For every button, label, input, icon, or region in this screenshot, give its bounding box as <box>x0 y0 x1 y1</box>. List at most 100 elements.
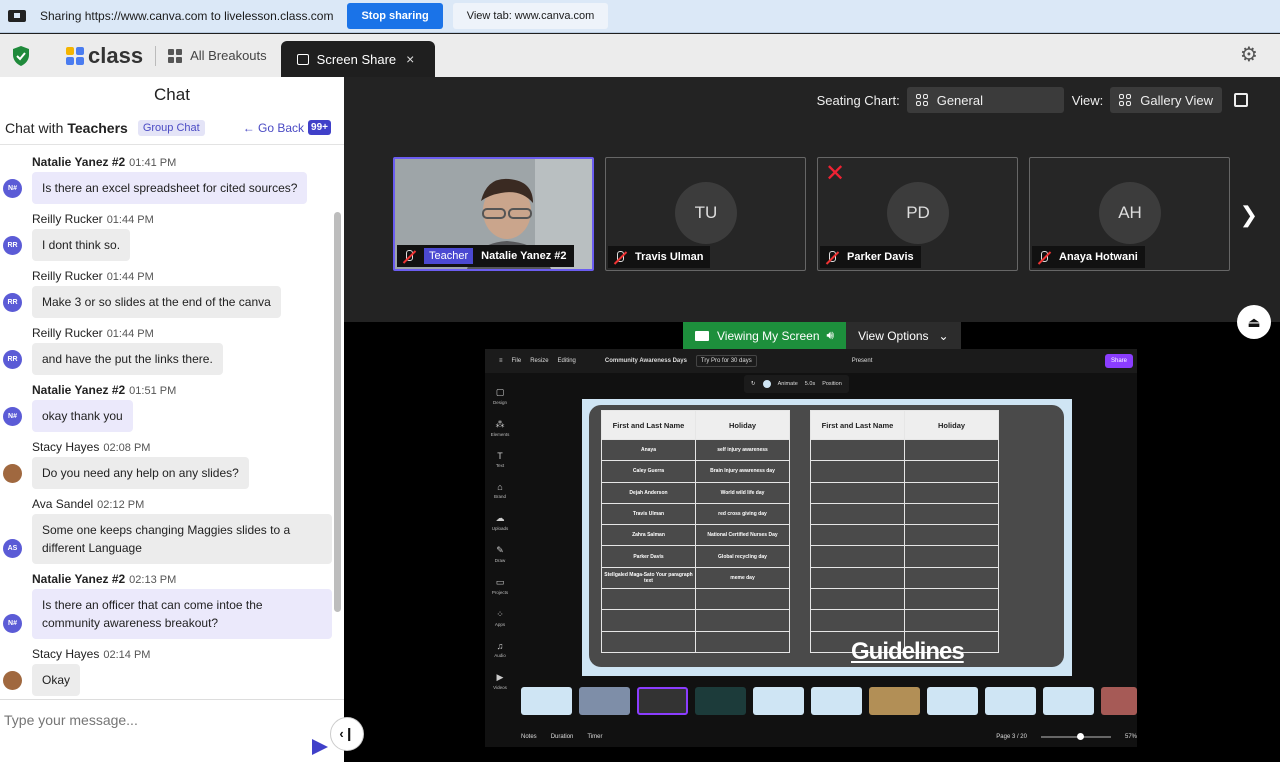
participant-tile[interactable]: TU Travis Ulman <box>605 157 806 271</box>
view-value: Gallery View <box>1140 92 1213 108</box>
canva-sidebar-icon: ☁ <box>495 513 505 523</box>
message-bubble: Some one keeps changing Maggies slides t… <box>32 514 332 564</box>
avatar <box>3 464 22 483</box>
view-options-button[interactable]: View Options ⌄ <box>846 322 961 349</box>
viewing-bar: Viewing My Screen 🔊︎ View Options ⌄ <box>683 322 961 349</box>
screen-share-tab[interactable]: Screen Share × <box>280 41 435 77</box>
settings-gear-icon[interactable]: ⚙ <box>1240 45 1260 65</box>
top-navigation: class All Breakouts Screen Share × ⚙ <box>0 34 1280 77</box>
canva-sidebar-icon: ⁘ <box>496 609 504 619</box>
video-gallery: Seating Chart: General View: Gallery Vie… <box>344 77 1280 322</box>
table-cell: Anaya <box>601 438 696 462</box>
chat-message: Ava Sandel 02:12 PM Some one keeps changin… <box>0 497 332 564</box>
canva-sidebar-item: T Text <box>485 451 515 468</box>
message-author: Stacy Hayes 02:14 PM <box>32 647 151 661</box>
chat-scrollbar[interactable] <box>333 77 342 622</box>
message-input[interactable] <box>4 712 284 728</box>
canva-notes: Notes <box>521 734 537 740</box>
table-row: Parker Davis Global recycling day <box>601 545 790 568</box>
canva-sidebar-item: ♫ Audio <box>485 641 515 658</box>
chat-message: Reilly Rucker 01:44 PM and have the put th… <box>0 326 332 375</box>
message-time: 02:14 PM <box>103 649 151 661</box>
canva-tool: Position <box>822 381 842 387</box>
table-header: Holiday <box>904 410 999 440</box>
table-row <box>601 630 790 653</box>
participant-name: Anaya Hotwani <box>1059 251 1138 263</box>
canva-tool: Animate <box>777 381 798 387</box>
view-tab-button[interactable]: View tab: www.canva.com <box>452 3 609 29</box>
speaker-icon: 🔊︎ <box>826 328 835 342</box>
canva-file-menu: File <box>511 358 522 364</box>
canva-resize: Resize <box>530 358 549 364</box>
shared-screen-area: ⏏ Viewing My Screen 🔊︎ View Options ⌄ ≡ … <box>344 305 1280 762</box>
table-cell <box>810 566 905 590</box>
message-author: Reilly Rucker 01:44 PM <box>32 269 154 283</box>
scrollbar-thumb[interactable] <box>334 212 341 612</box>
message-time: 01:44 PM <box>106 214 154 226</box>
participant-name: Travis Ulman <box>635 251 704 263</box>
table-cell: self injury awareness <box>695 438 790 462</box>
class-logo: class <box>66 43 143 69</box>
participant-label: Teacher Natalie Yanez #2 <box>397 245 574 267</box>
table-cell: meme day <box>695 566 790 590</box>
participant-tile[interactable]: Teacher Natalie Yanez #2 <box>393 157 594 271</box>
canva-try-pro: Try Pro for 30 days <box>695 355 757 367</box>
chat-with-prefix: Chat with <box>5 119 64 136</box>
table-cell <box>810 524 905 547</box>
message-list[interactable]: Natalie Yanez #2 01:41 PM Is there an exce… <box>0 147 332 699</box>
class-logo-text: class <box>88 42 144 68</box>
table-cell <box>904 609 999 632</box>
view-label: View: <box>1071 92 1104 108</box>
table-cell <box>904 545 999 568</box>
message-time: 02:08 PM <box>103 442 151 454</box>
participant-tile[interactable]: PD ✕ Parker Davis <box>817 157 1018 271</box>
send-icon[interactable] <box>312 739 328 755</box>
table-row <box>601 609 790 632</box>
screen-sharing-bar: Sharing https://www.canva.com to liveles… <box>0 0 1280 33</box>
table-cell <box>695 630 790 653</box>
canva-sidebar-item: ▭ Projects <box>485 577 515 595</box>
chat-header: Chat with Teachers Group Chat ← Go Back … <box>0 111 344 145</box>
table-cell <box>904 502 999 526</box>
viewing-my-screen-button[interactable]: Viewing My Screen 🔊︎ <box>683 322 847 349</box>
message-time: 01:41 PM <box>129 157 177 169</box>
canva-sidebar-item: ▢ Design <box>485 387 515 405</box>
close-tab-icon[interactable]: × <box>406 51 414 67</box>
mic-muted-icon <box>612 250 627 265</box>
holiday-table-left: First and Last Name Holiday Anaya self inju… <box>601 410 790 653</box>
table-cell <box>601 630 696 653</box>
grid-icon <box>168 48 183 63</box>
all-breakouts-tab[interactable]: All Breakouts <box>168 48 267 63</box>
chat-message: Natalie Yanez #2 02:13 PM Is there an offi… <box>0 572 332 639</box>
collapse-chat-button[interactable]: ‹❙ <box>330 717 364 751</box>
next-page-icon[interactable]: ❯ <box>1240 202 1258 228</box>
canva-sidebar-item: ▶ Videos <box>485 672 515 690</box>
message-bubble: Is there an officer that can come intoe … <box>32 589 332 639</box>
sharing-message: Sharing https://www.canva.com to liveles… <box>40 9 334 23</box>
table-row <box>810 460 999 483</box>
participant-tile[interactable]: AH Anaya Hotwani <box>1029 157 1230 271</box>
go-back-link[interactable]: ← Go Back <box>243 121 304 135</box>
message-time: 02:13 PM <box>129 574 177 586</box>
participant-label: Parker Davis <box>820 246 921 268</box>
external-link-icon[interactable] <box>1234 93 1248 107</box>
viewing-label: Viewing My Screen <box>717 328 820 343</box>
table-cell: Brain Injury awareness day <box>695 460 790 483</box>
avatar: RR <box>3 293 22 312</box>
seating-chart-select[interactable]: General <box>906 87 1064 113</box>
view-options-label: View Options <box>858 328 929 343</box>
table-cell: red cross giving day <box>695 502 790 526</box>
participant-name: Natalie Yanez #2 <box>481 250 567 262</box>
table-row <box>810 524 999 547</box>
avatar: RR <box>3 236 22 255</box>
view-select[interactable]: Gallery View <box>1110 87 1222 113</box>
table-cell <box>904 460 999 483</box>
stop-sharing-button[interactable]: Stop sharing <box>347 3 443 29</box>
expand-up-button[interactable]: ⏏ <box>1237 305 1271 339</box>
canva-doc-title: Community Awareness Days <box>604 358 687 364</box>
table-row <box>810 545 999 568</box>
table-cell <box>904 524 999 547</box>
table-cell <box>810 588 905 611</box>
chat-title: Chat <box>154 85 190 104</box>
teacher-badge: Teacher <box>424 248 474 264</box>
